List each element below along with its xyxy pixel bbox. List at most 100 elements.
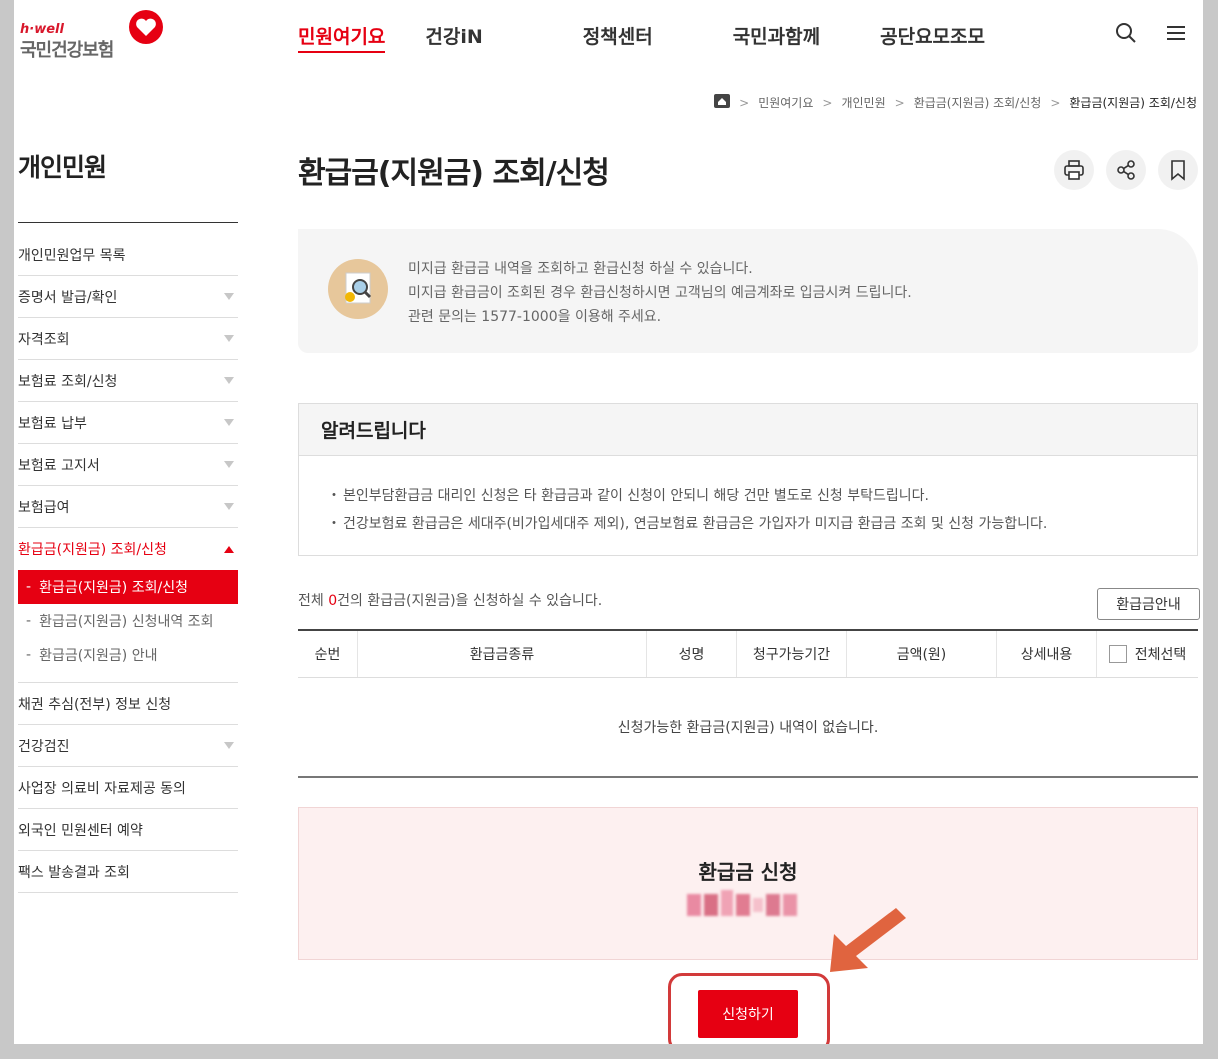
sidebar-item-label: 보험료 조회/신청 bbox=[18, 373, 118, 390]
sidebar-item-refund[interactable]: 환급금(지원금) 조회/신청 bbox=[18, 528, 238, 570]
sidebar-item-label: 채권 추심(전부) 정보 신청 bbox=[18, 696, 172, 713]
breadcrumb: > 민원여기요 > 개인민원 > 환급금(지원금) 조회/신청 > 환급금(지원… bbox=[714, 94, 1197, 111]
sidebar-item-label: 팩스 발송결과 조회 bbox=[18, 864, 130, 881]
refund-table: 순번 환급금종류 성명 청구가능기간 금액(원) 상세내용 전체선택 신청가능한… bbox=[298, 629, 1198, 778]
main-navigation: 민원여기요 건강iN 정책센터 국민과함께 공단요모조모 bbox=[298, 22, 1025, 53]
intro-box: 미지급 환급금 내역을 조회하고 환급신청 하실 수 있습니다. 미지급 환급금… bbox=[298, 229, 1198, 353]
nav-policy-center[interactable]: 정책센터 bbox=[583, 22, 653, 53]
notice-box: 알려드립니다 본인부담환급금 대리인 신청은 타 환급금과 같이 신청이 안되니… bbox=[298, 403, 1198, 556]
intro-text: 미지급 환급금 내역을 조회하고 환급신청 하실 수 있습니다. 미지급 환급금… bbox=[408, 257, 912, 329]
nav-with-people[interactable]: 국민과함께 bbox=[733, 22, 820, 53]
sidebar-item-label: 개인민원업무 목록 bbox=[18, 247, 126, 264]
submenu-label: 환급금(지원금) 안내 bbox=[39, 648, 158, 664]
count-prefix: 전체 bbox=[298, 593, 329, 609]
sidebar-item[interactable]: 사업장 의료비 자료제공 동의 bbox=[18, 767, 238, 809]
chevron-down-icon bbox=[224, 503, 234, 510]
notice-item: 건강보험료 환급금은 세대주(비가입세대주 제외), 연금보험료 환급금은 가입… bbox=[327, 510, 1197, 538]
sidebar-item[interactable]: 보험료 조회/신청 bbox=[18, 360, 238, 402]
breadcrumb-separator: > bbox=[894, 95, 905, 110]
home-icon[interactable] bbox=[714, 94, 731, 111]
bookmark-button[interactable] bbox=[1158, 150, 1198, 190]
chevron-down-icon bbox=[224, 335, 234, 342]
sidebar-item[interactable]: 팩스 발송결과 조회 bbox=[18, 851, 238, 893]
sidebar-item[interactable]: 외국인 민원센터 예약 bbox=[18, 809, 238, 851]
nav-about[interactable]: 공단요모조모 bbox=[880, 22, 985, 53]
chevron-down-icon bbox=[224, 377, 234, 384]
count-suffix: 건의 환급금(지원금)을 신청하실 수 있습니다. bbox=[337, 593, 603, 609]
select-all-checkbox[interactable] bbox=[1108, 645, 1127, 663]
submenu-refund-history[interactable]: - 환급금(지원금) 신청내역 조회 bbox=[18, 604, 238, 638]
submenu-refund-inquiry[interactable]: - 환급금(지원금) 조회/신청 bbox=[18, 570, 238, 604]
dash-icon: - bbox=[26, 579, 32, 595]
sidebar-item[interactable]: 보험급여 bbox=[18, 486, 238, 528]
sidebar-item[interactable]: 자격조회 bbox=[18, 318, 238, 360]
dash-icon: - bbox=[26, 613, 32, 629]
chevron-down-icon bbox=[224, 461, 234, 468]
page-title: 환급금(지원금) 조회/신청 bbox=[298, 156, 610, 191]
sidebar-item[interactable]: 개인민원업무 목록 bbox=[18, 234, 238, 276]
notice-item: 본인부담환급금 대리인 신청은 타 환급금과 같이 신청이 안되니 해당 건만 … bbox=[327, 482, 1197, 510]
sidebar-item[interactable]: 보험료 고지서 bbox=[18, 444, 238, 486]
sidebar-item-label: 자격조회 bbox=[18, 331, 70, 348]
share-button[interactable] bbox=[1106, 150, 1146, 190]
chevron-down-icon bbox=[224, 419, 234, 426]
notice-body: 본인부담환급금 대리인 신청은 타 환급금과 같이 신청이 안되니 해당 건만 … bbox=[299, 456, 1197, 538]
sidebar-item[interactable]: 증명서 발급/확인 bbox=[18, 276, 238, 318]
sidebar-item-label: 외국인 민원센터 예약 bbox=[18, 822, 143, 839]
breadcrumb-separator: > bbox=[822, 95, 833, 110]
apply-title: 환급금 신청 bbox=[698, 860, 798, 884]
column-header: 청구가능기간 bbox=[737, 631, 847, 677]
empty-message: 신청가능한 환급금(지원금) 내역이 없습니다. bbox=[298, 678, 1198, 778]
sidebar-menu: 개인민원업무 목록 증명서 발급/확인 자격조회 보험료 조회/신청 보험료 납… bbox=[18, 234, 238, 893]
sidebar-item-label: 환급금(지원금) 조회/신청 bbox=[18, 542, 167, 558]
table-header: 순번 환급금종류 성명 청구가능기간 금액(원) 상세내용 전체선택 bbox=[298, 631, 1198, 678]
select-all-label: 전체선택 bbox=[1134, 647, 1187, 663]
search-icon[interactable] bbox=[1115, 22, 1137, 48]
brand-name: 국민건강보험 bbox=[20, 40, 114, 61]
refund-guide-button[interactable]: 환급금안내 bbox=[1097, 588, 1200, 620]
sidebar-item-label: 보험급여 bbox=[18, 499, 70, 516]
breadcrumb-separator: > bbox=[1050, 95, 1061, 110]
column-header: 순번 bbox=[298, 631, 358, 677]
nav-health-in[interactable]: 건강iN bbox=[425, 22, 482, 53]
nav-minwon[interactable]: 민원여기요 bbox=[298, 22, 386, 53]
breadcrumb-item[interactable]: 환급금(지원금) 조회/신청 bbox=[914, 94, 1042, 111]
breadcrumb-separator: > bbox=[739, 95, 750, 110]
intro-line: 미지급 환급금 내역을 조회하고 환급신청 하실 수 있습니다. bbox=[408, 261, 753, 277]
submenu-label: 환급금(지원금) 신청내역 조회 bbox=[39, 614, 214, 630]
share-icon bbox=[1117, 160, 1135, 180]
print-button[interactable] bbox=[1054, 150, 1094, 190]
annotation-arrow-icon bbox=[830, 908, 906, 972]
column-header: 상세내용 bbox=[997, 631, 1097, 677]
page-tools bbox=[1054, 150, 1198, 190]
brand-tagline: h·well bbox=[20, 22, 64, 37]
submenu-label: 환급금(지원금) 조회/신청 bbox=[39, 580, 188, 596]
apply-box: 환급금 신청 bbox=[298, 807, 1198, 960]
sidebar-item-label: 보험료 고지서 bbox=[18, 457, 100, 474]
sidebar-item[interactable]: 보험료 납부 bbox=[18, 402, 238, 444]
chevron-down-icon bbox=[224, 293, 234, 300]
column-header: 금액(원) bbox=[847, 631, 997, 677]
submenu-refund-guide[interactable]: - 환급금(지원금) 안내 bbox=[18, 638, 238, 672]
page-frame: h·well 국민건강보험 민원여기요 건강iN 정책센터 국민과함께 공단요모… bbox=[14, 0, 1203, 1044]
sidebar-title: 개인민원 bbox=[18, 153, 107, 182]
sidebar-submenu: - 환급금(지원금) 조회/신청 - 환급금(지원금) 신청내역 조회 - 환급금(지… bbox=[18, 570, 238, 683]
notice-title: 알려드립니다 bbox=[299, 404, 1197, 456]
sidebar-item[interactable]: 건강검진 bbox=[18, 725, 238, 767]
sidebar-item[interactable]: 채권 추심(전부) 정보 신청 bbox=[18, 683, 238, 725]
nhis-logo[interactable]: h·well 국민건강보험 bbox=[18, 10, 168, 61]
sidebar-item-label: 증명서 발급/확인 bbox=[18, 289, 118, 306]
bookmark-icon bbox=[1171, 160, 1185, 181]
column-header: 환급금종류 bbox=[358, 631, 647, 677]
header-icons bbox=[1115, 22, 1187, 48]
intro-line: 미지급 환급금이 조회된 경우 환급신청하시면 고객님의 예금계좌로 입금시켜 … bbox=[408, 285, 912, 301]
redacted-text bbox=[687, 890, 811, 918]
heart-logo-icon bbox=[129, 10, 163, 44]
column-header: 성명 bbox=[647, 631, 737, 677]
refund-search-icon bbox=[328, 259, 388, 319]
menu-icon[interactable] bbox=[1165, 22, 1187, 48]
breadcrumb-item[interactable]: 민원여기요 bbox=[758, 94, 813, 111]
select-all-header: 전체선택 bbox=[1097, 631, 1198, 677]
chevron-down-icon bbox=[224, 742, 234, 749]
breadcrumb-item[interactable]: 개인민원 bbox=[841, 94, 885, 111]
